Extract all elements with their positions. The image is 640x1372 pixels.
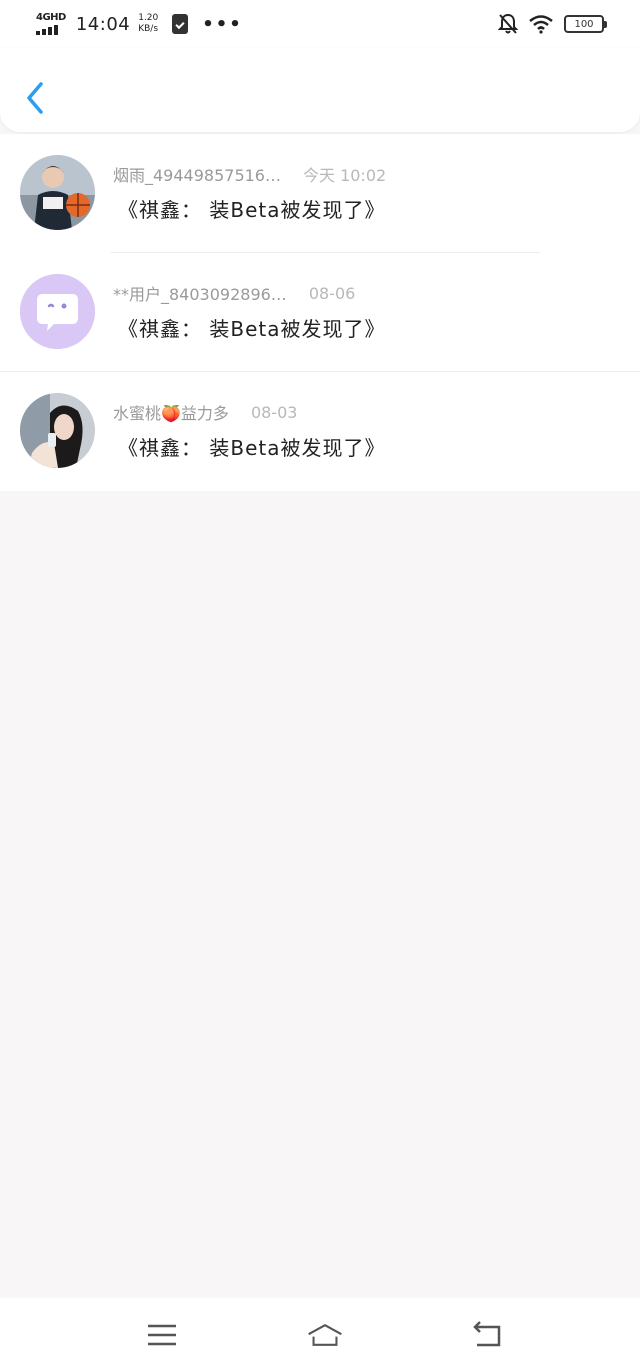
system-navigation-bar <box>0 1298 640 1372</box>
app-screen: 4GHD 14:04 1.20 KB/s ••• 100 烟雨_49449857… <box>0 0 640 1372</box>
message-text: 《祺鑫： 装Beta被发现了》 <box>118 317 386 341</box>
home-icon <box>308 1324 342 1346</box>
message-meta: 烟雨_49449857516… 今天 10:02 <box>113 162 386 186</box>
sender-name: 水蜜桃🍑益力多 <box>113 404 229 423</box>
clipboard-check-icon <box>172 14 189 34</box>
message-list: 烟雨_49449857516… 今天 10:02 《祺鑫： 装Beta被发现了》… <box>0 134 640 491</box>
home-button[interactable] <box>307 1319 343 1351</box>
status-bar: 4GHD 14:04 1.20 KB/s ••• 100 <box>0 0 640 48</box>
network-type: 4GHD <box>36 12 66 23</box>
return-icon <box>473 1321 501 1347</box>
back-nav-button[interactable] <box>470 1319 506 1351</box>
menu-icon <box>148 1324 176 1346</box>
more-notifications-icon: ••• <box>202 13 243 35</box>
message-time: 08-06 <box>308 283 356 303</box>
chat-bubble-icon <box>20 274 95 349</box>
menu-button[interactable] <box>144 1319 180 1351</box>
list-item[interactable]: 烟雨_49449857516… 今天 10:02 《祺鑫： 装Beta被发现了》 <box>0 134 640 253</box>
top-bar <box>0 48 640 132</box>
message-text: 《祺鑫： 装Beta被发现了》 <box>118 198 386 222</box>
back-button[interactable] <box>20 78 50 118</box>
avatar[interactable] <box>20 274 95 349</box>
sender-name: 烟雨_49449857516… <box>113 166 281 185</box>
battery-level: 100 <box>574 18 594 30</box>
sender-name: **用户_8403092896… <box>113 285 287 304</box>
signal-indicator: 4GHD <box>36 13 66 35</box>
message-meta: 水蜜桃🍑益力多 08-03 <box>113 400 297 424</box>
speed-unit: KB/s <box>138 24 159 34</box>
list-item[interactable]: 水蜜桃🍑益力多 08-03 《祺鑫： 装Beta被发现了》 <box>0 372 640 491</box>
avatar[interactable] <box>20 155 95 230</box>
message-time: 08-03 <box>250 402 298 422</box>
message-meta: **用户_8403092896… 08-06 <box>113 281 355 305</box>
clock: 14:04 <box>75 13 131 35</box>
bell-muted-icon <box>498 13 518 35</box>
speed-value: 1.20 <box>138 13 159 23</box>
network-speed: 1.20 KB/s <box>138 13 158 35</box>
message-time: 今天 10:02 <box>302 166 387 185</box>
avatar[interactable] <box>20 393 95 468</box>
signal-bars-icon <box>36 25 58 35</box>
wifi-icon <box>528 14 554 34</box>
battery-icon: 100 <box>564 15 607 33</box>
list-item[interactable]: **用户_8403092896… 08-06 《祺鑫： 装Beta被发现了》 <box>0 253 640 372</box>
chevron-left-icon <box>27 82 43 114</box>
message-text: 《祺鑫： 装Beta被发现了》 <box>118 436 386 460</box>
